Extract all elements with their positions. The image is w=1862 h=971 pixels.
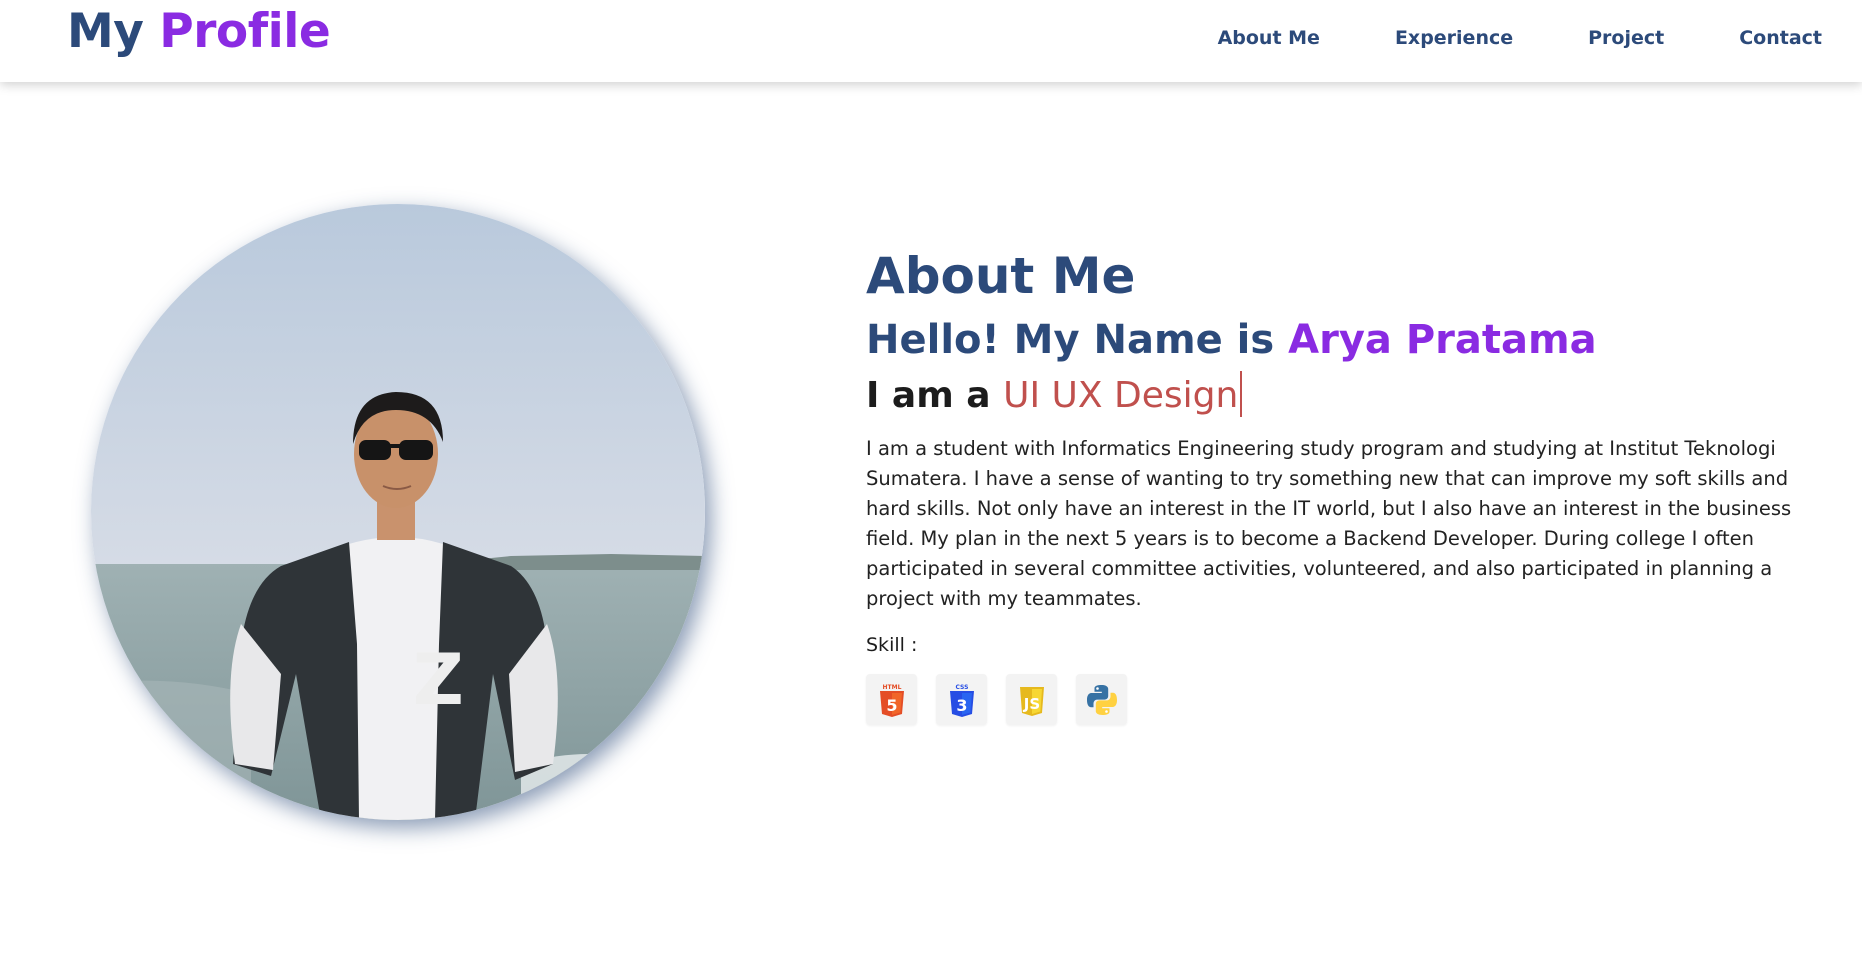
svg-text:HTML: HTML xyxy=(882,684,901,691)
role-typed-text: UI UX Design xyxy=(1003,375,1239,416)
profile-photo: Z xyxy=(91,204,705,820)
hello-prefix: Hello! My Name is xyxy=(866,317,1275,363)
brand-word-profile: Profile xyxy=(159,4,331,59)
svg-text:3: 3 xyxy=(956,696,967,715)
svg-text:CSS: CSS xyxy=(955,684,968,691)
about-description: I am a student with Informatics Engineer… xyxy=(866,437,1792,610)
css3-icon: CSS 3 xyxy=(936,674,987,725)
nav-link-experience[interactable]: Experience xyxy=(1395,25,1513,51)
nav-link-about-me[interactable]: About Me xyxy=(1218,25,1320,51)
about-title: About Me xyxy=(866,247,1136,305)
javascript-icon: JS xyxy=(1006,674,1057,725)
about-section: About Me Hello! My Name is Arya Pratama … xyxy=(866,240,1816,725)
brand-word-my: My xyxy=(67,4,144,59)
svg-text:Z: Z xyxy=(413,639,464,721)
hello-heading: Hello! My Name is Arya Pratama xyxy=(866,312,1816,368)
role-prefix: I am a xyxy=(866,375,991,416)
nav-link-contact[interactable]: Contact xyxy=(1739,25,1822,51)
html5-icon: HTML 5 xyxy=(866,674,917,725)
role-heading: I am a UI UX Design xyxy=(866,368,1816,424)
svg-text:5: 5 xyxy=(886,696,897,715)
svg-text:JS: JS xyxy=(1022,695,1039,713)
python-icon xyxy=(1076,674,1127,725)
person-name: Arya Pratama xyxy=(1288,317,1597,363)
skill-icons: HTML 5 CSS 3 JS xyxy=(866,674,1816,725)
typing-cursor xyxy=(1240,371,1243,417)
navbar: My Profile About Me Experience Project C… xyxy=(0,0,1862,82)
brand-logo[interactable]: My Profile xyxy=(67,2,331,62)
nav-link-project[interactable]: Project xyxy=(1588,25,1664,51)
profile-photo-illustration: Z xyxy=(91,204,705,820)
nav-links: About Me Experience Project Contact xyxy=(1143,25,1822,51)
skill-label: Skill : xyxy=(866,634,918,656)
